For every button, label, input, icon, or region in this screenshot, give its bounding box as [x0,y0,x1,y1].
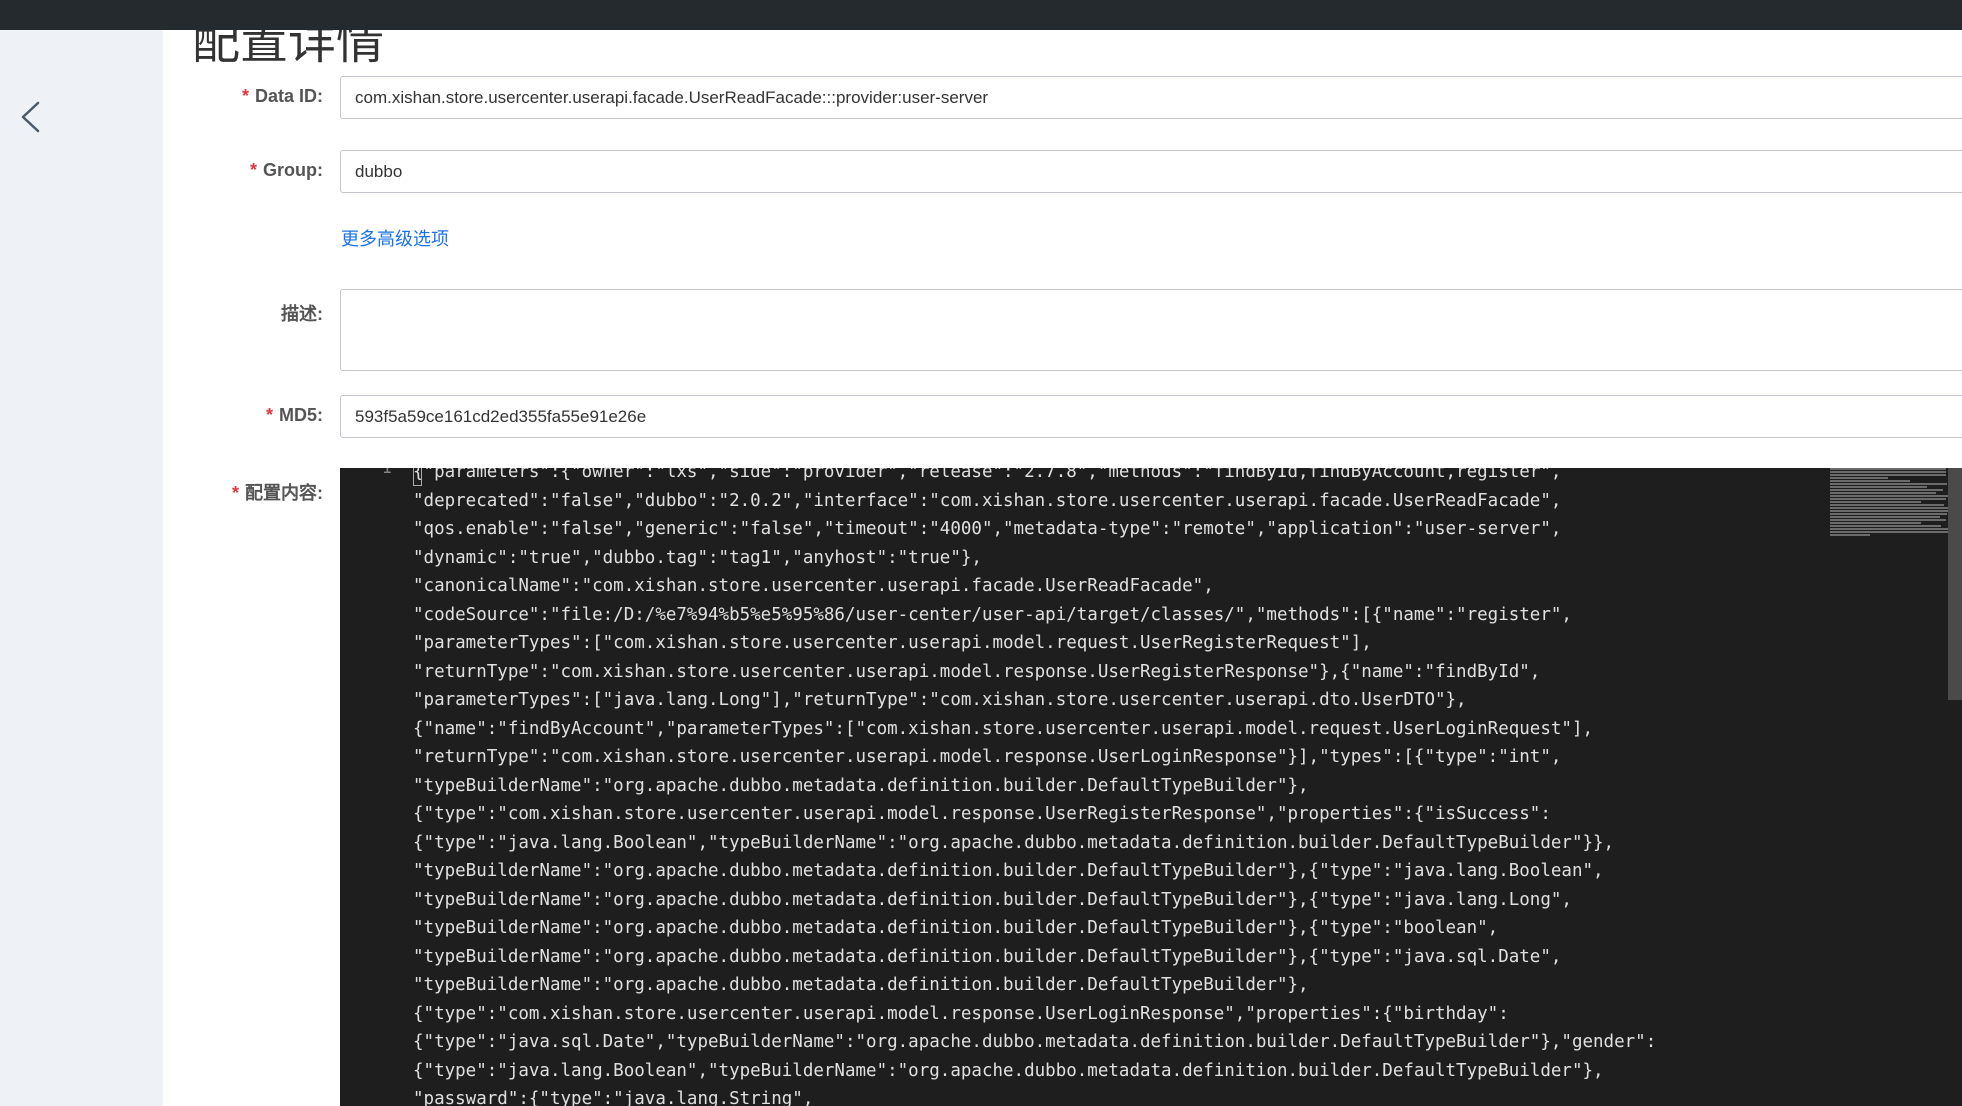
minimap-line [1830,528,1948,530]
minimap-line [1830,495,1948,497]
minimap-line [1830,525,1941,527]
minimap-line [1830,477,1888,479]
code-line: "parameterTypes":["com.xishan.store.user… [413,633,1372,653]
required-mark: * [265,405,273,425]
editor-minimap[interactable] [1830,468,1948,592]
minimap-line [1830,492,1937,494]
code-line: "qos.enable":"false","generic":"false","… [413,519,1562,539]
minimap-line [1830,513,1947,515]
description-field[interactable] [340,289,1962,371]
code-line: "parameterTypes":["java.lang.Long"],"ret… [413,690,1467,710]
code-line: "typeBuilderName":"org.apache.dubbo.meta… [413,946,1562,967]
minimap-line [1830,522,1921,524]
minimap-line [1830,507,1948,509]
minimap-line [1830,510,1948,512]
code-line: "typeBuilderName":"org.apache.dubbo.meta… [413,775,1309,796]
editor-gutter: 1 [340,468,400,1106]
advanced-options-link[interactable]: 更多高级选项 [341,225,449,251]
code-line: "deprecated":"false","dubbo":"2.0.2","in… [413,490,1562,511]
code-line: {"parameters":{"owner":"lxs","side":"pro… [413,468,1562,482]
code-line: "typeBuilderName":"org.apache.dubbo.meta… [413,889,1572,910]
code-line: {"type":"com.xishan.store.usercenter.use… [413,804,1551,824]
code-line: "codeSource":"file:/D:/%e7%94%b5%e5%95%8… [413,604,1572,625]
code-content[interactable]: {"parameters":{"owner":"lxs","side":"pro… [413,468,1822,1106]
minimap-line [1830,501,1921,503]
minimap-line [1830,534,1871,536]
minimap-line [1830,489,1944,491]
group-input[interactable] [341,151,1962,192]
description-label: 描述: [281,304,323,324]
code-line: "typeBuilderName":"org.apache.dubbo.meta… [413,861,1604,881]
content-label: * 配置内容: [231,483,323,503]
minimap-line [1830,480,1911,482]
text-cursor [413,468,422,486]
required-mark: * [241,86,249,106]
md5-label: * MD5: [265,405,323,425]
top-bar [0,0,1962,30]
md5-field[interactable] [340,395,1962,438]
code-line: {"type":"java.lang.Boolean","typeBuilder… [413,1060,1604,1081]
minimap-line [1830,516,1940,518]
data-id-field[interactable] [340,76,1962,119]
code-line: "returnType":"com.xishan.store.usercente… [413,747,1562,767]
code-line: {"type":"java.sql.Date","typeBuilderName… [413,1032,1657,1052]
code-line: "passward":{"type":"java.lang.String", [413,1089,814,1106]
md5-input[interactable] [341,396,1962,437]
description-textarea[interactable] [341,290,1962,370]
editor-scrollbar[interactable] [1948,468,1962,700]
minimap-line [1830,519,1946,521]
code-line: "returnType":"com.xishan.store.usercente… [413,661,1541,682]
sidebar [0,30,163,1106]
line-number: 1 [381,468,392,478]
minimap-line [1830,471,1946,473]
minimap-line [1830,474,1946,476]
code-line: {"type":"java.lang.Boolean","typeBuilder… [413,832,1615,853]
code-line: "typeBuilderName":"org.apache.dubbo.meta… [413,918,1499,938]
code-line: {"name":"findByAccount","parameterTypes"… [413,718,1594,739]
minimap-line [1830,486,1927,488]
minimap-line [1830,483,1947,485]
code-line: {"type":"com.xishan.store.usercenter.use… [413,1003,1509,1024]
chevron-left-icon[interactable] [18,100,42,134]
minimap-line [1830,504,1945,506]
required-mark: * [249,160,257,180]
minimap-line [1830,531,1948,533]
minimap-line [1830,498,1946,500]
minimap-line [1830,468,1946,470]
code-line: "dynamic":"true","dubbo.tag":"tag1","any… [413,547,982,568]
group-label: * Group: [249,160,323,180]
data-id-input[interactable] [341,77,1962,118]
group-field[interactable] [340,150,1962,193]
code-line: "canonicalName":"com.xishan.store.userce… [413,576,1214,596]
code-line: "typeBuilderName":"org.apache.dubbo.meta… [413,975,1309,995]
required-mark: * [231,483,239,503]
data-id-label: * Data ID: [241,86,323,106]
code-editor[interactable]: 1 {"parameters":{"owner":"lxs","side":"p… [340,468,1962,1106]
